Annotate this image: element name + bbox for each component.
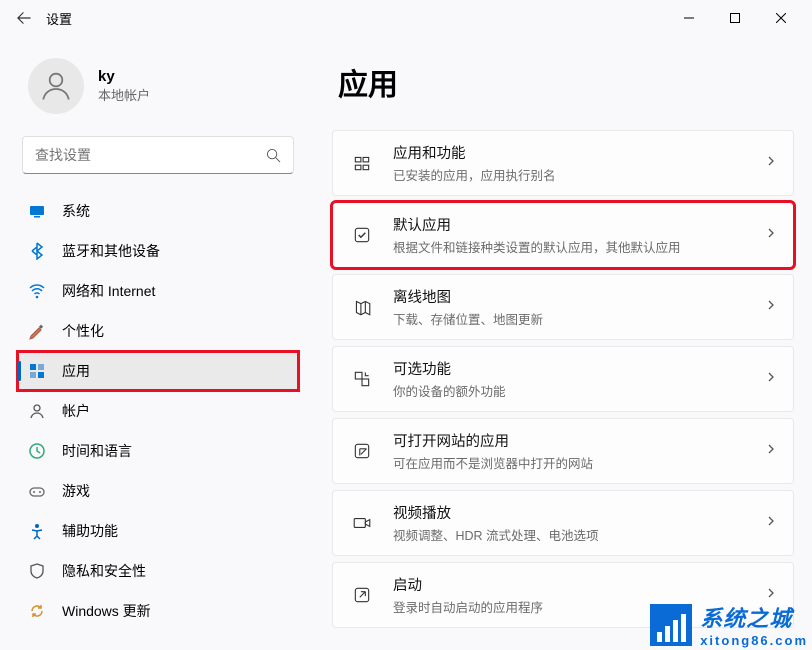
card-maps[interactable]: 离线地图下载、存储位置、地图更新 [332, 274, 794, 340]
chevron-right-icon [765, 514, 777, 532]
nav-label: 应用 [62, 361, 90, 381]
nav-label: 游戏 [62, 481, 90, 501]
maps-icon [351, 296, 373, 318]
card-apps-features[interactable]: 应用和功能已安装的应用，应用执行别名 [332, 130, 794, 196]
card-optional[interactable]: 可选功能你的设备的额外功能 [332, 346, 794, 412]
card-title: 离线地图 [393, 286, 745, 307]
gaming-icon [28, 482, 46, 500]
nav-item-accounts[interactable]: 帐户 [18, 392, 298, 430]
maximize-icon [730, 13, 740, 23]
accounts-icon [28, 402, 46, 420]
card-subtitle: 视频调整、HDR 流式处理、电池选项 [393, 525, 745, 544]
window-title: 设置 [46, 9, 72, 28]
card-subtitle: 你的设备的额外功能 [393, 381, 745, 400]
search-icon [266, 148, 281, 163]
nav-label: 帐户 [62, 401, 90, 421]
card-title: 视频播放 [393, 502, 745, 523]
chevron-right-icon [765, 298, 777, 316]
back-button[interactable] [8, 2, 40, 34]
time-icon [28, 442, 46, 460]
system-icon [28, 202, 46, 220]
startup-icon [351, 584, 373, 606]
chevron-right-icon [765, 442, 777, 460]
card-title: 默认应用 [393, 214, 745, 235]
maximize-button[interactable] [712, 2, 758, 34]
minimize-icon [684, 13, 694, 23]
search-input[interactable] [35, 147, 266, 163]
close-icon [776, 13, 786, 23]
privacy-icon [28, 562, 46, 580]
card-title: 应用和功能 [393, 142, 745, 163]
nav-label: 系统 [62, 201, 90, 221]
nav-label: 网络和 Internet [62, 281, 155, 301]
watermark-logo [650, 604, 692, 646]
accessibility-icon [28, 522, 46, 540]
chevron-right-icon [765, 226, 777, 244]
nav-label: Windows 更新 [62, 601, 151, 621]
nav-label: 时间和语言 [62, 441, 132, 461]
search-box[interactable] [22, 136, 294, 174]
nav-label: 辅助功能 [62, 521, 118, 541]
chevron-right-icon [765, 154, 777, 172]
web-apps-icon [351, 440, 373, 462]
nav-list: 系统蓝牙和其他设备网络和 Internet 个性化应用帐户时间和语言游戏辅助功能隐… [18, 192, 298, 630]
back-arrow-icon [17, 11, 31, 25]
card-title: 可选功能 [393, 358, 745, 379]
sidebar: ky 本地帐户 系统蓝牙和其他设备网络和 Internet 个性化应用帐户时间和语… [0, 36, 310, 650]
cards-list: 应用和功能已安装的应用，应用执行别名默认应用根据文件和链接种类设置的默认应用，其… [332, 130, 794, 628]
card-subtitle: 可在应用而不是浏览器中打开的网站 [393, 453, 745, 472]
card-subtitle: 根据文件和链接种类设置的默认应用，其他默认应用 [393, 237, 745, 256]
card-title: 启动 [393, 574, 745, 595]
nav-item-bluetooth[interactable]: 蓝牙和其他设备 [18, 232, 298, 270]
content: 应用 应用和功能已安装的应用，应用执行别名默认应用根据文件和链接种类设置的默认应… [310, 36, 812, 650]
update-icon [28, 602, 46, 620]
bluetooth-icon [28, 242, 46, 260]
card-video[interactable]: 视频播放视频调整、HDR 流式处理、电池选项 [332, 490, 794, 556]
avatar [28, 58, 84, 114]
network-icon [28, 282, 46, 300]
card-web-apps[interactable]: 可打开网站的应用可在应用而不是浏览器中打开的网站 [332, 418, 794, 484]
person-icon [38, 68, 74, 104]
apps-icon [28, 362, 46, 380]
apps-features-icon [351, 152, 373, 174]
nav-item-system[interactable]: 系统 [18, 192, 298, 230]
card-title: 可打开网站的应用 [393, 430, 745, 451]
nav-item-accessibility[interactable]: 辅助功能 [18, 512, 298, 550]
watermark-cn: 系统之城 [700, 601, 808, 633]
chevron-right-icon [765, 370, 777, 388]
account-block[interactable]: ky 本地帐户 [28, 58, 292, 114]
watermark-en: xitong86.com [700, 633, 808, 648]
video-icon [351, 512, 373, 534]
nav-label: 隐私和安全性 [62, 561, 146, 581]
card-subtitle: 已安装的应用，应用执行别名 [393, 165, 745, 184]
card-default-apps[interactable]: 默认应用根据文件和链接种类设置的默认应用，其他默认应用 [332, 202, 794, 268]
optional-icon [351, 368, 373, 390]
close-button[interactable] [758, 2, 804, 34]
nav-item-gaming[interactable]: 游戏 [18, 472, 298, 510]
nav-item-privacy[interactable]: 隐私和安全性 [18, 552, 298, 590]
nav-label: 蓝牙和其他设备 [62, 241, 160, 261]
personalize-icon [28, 322, 46, 340]
nav-item-update[interactable]: Windows 更新 [18, 592, 298, 630]
nav-item-network[interactable]: 网络和 Internet [18, 272, 298, 310]
nav-item-time[interactable]: 时间和语言 [18, 432, 298, 470]
account-name: ky [98, 68, 150, 85]
page-title: 应用 [338, 60, 794, 104]
nav-item-personalize[interactable]: 个性化 [18, 312, 298, 350]
card-subtitle: 下载、存储位置、地图更新 [393, 309, 745, 328]
account-type: 本地帐户 [98, 85, 150, 104]
minimize-button[interactable] [666, 2, 712, 34]
nav-label: 个性化 [62, 321, 104, 341]
nav-item-apps[interactable]: 应用 [18, 352, 298, 390]
watermark: 系统之城 xitong86.com [650, 601, 808, 648]
default-apps-icon [351, 224, 373, 246]
